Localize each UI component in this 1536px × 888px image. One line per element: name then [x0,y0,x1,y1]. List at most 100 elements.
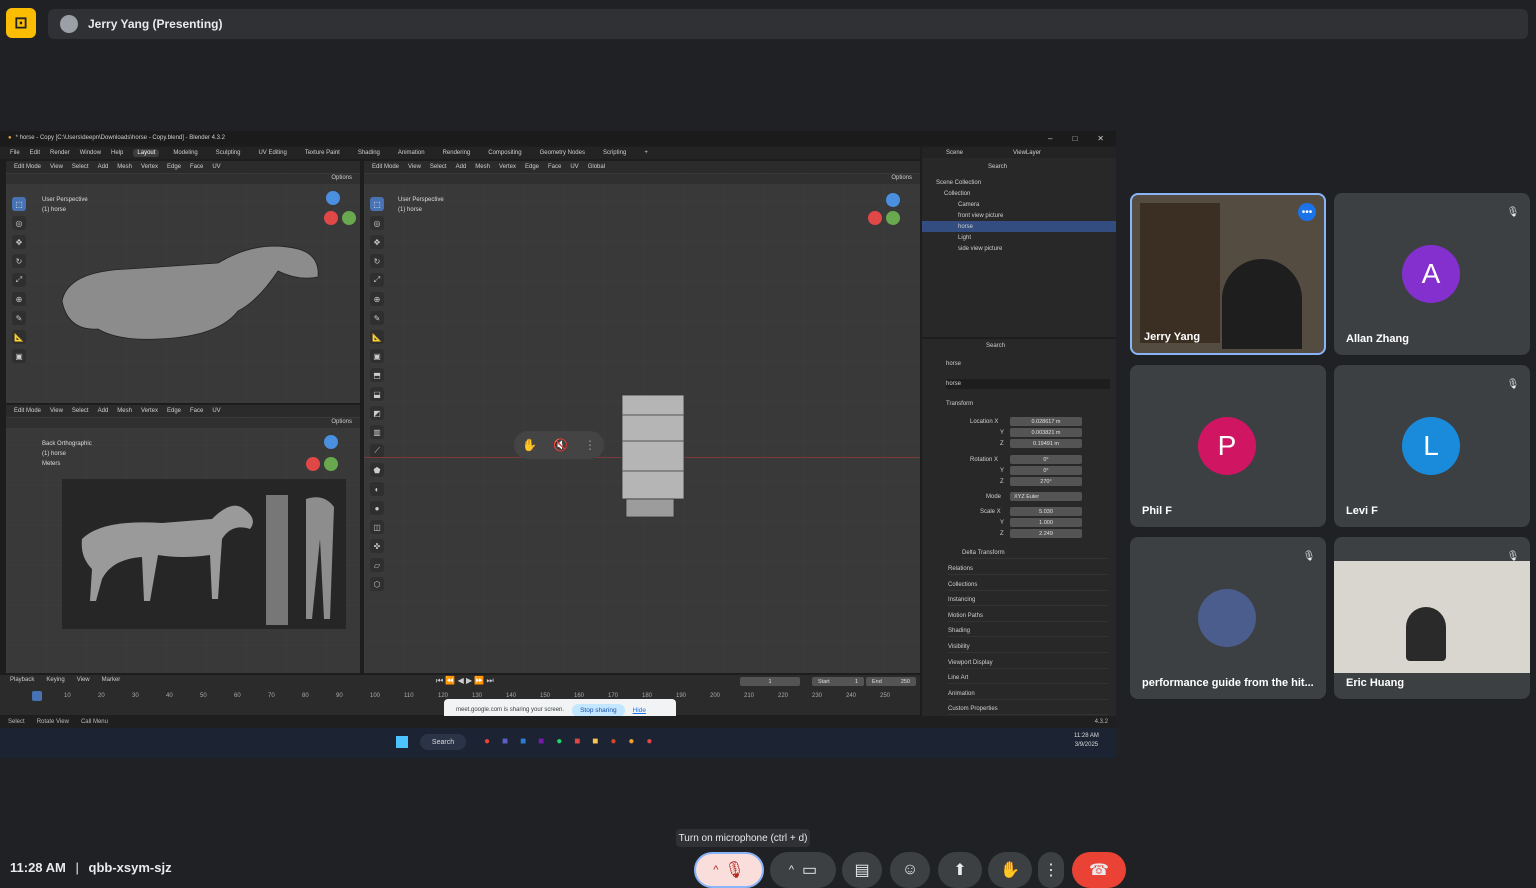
rotation-y-field[interactable]: 0° [1010,466,1082,475]
playback-controls[interactable]: ⏮ ⏪ ◀ ▶ ⏩ ⏭ [436,676,494,686]
gizmo-x-axis[interactable] [868,211,882,225]
location-z-field[interactable]: 0.19491 m [1010,439,1082,448]
workspace-modeling[interactable]: Modeling [169,149,201,157]
participant-tile[interactable]: 🎙 Eric Huang [1334,537,1530,699]
pin-off-icon[interactable]: ✋ [522,438,537,452]
minimize-icon[interactable]: – [1048,134,1052,143]
outliner-item[interactable]: front view picture [922,210,1116,221]
participant-tile[interactable]: 🎙 performance guide from the hit... [1130,537,1326,699]
gizmo-z-axis[interactable] [326,191,340,205]
scale-y-field[interactable]: 1.000 [1010,518,1082,527]
close-icon[interactable]: ✕ [1097,134,1104,143]
menu-vertex[interactable]: Vertex [499,164,516,170]
workspace-texture-paint[interactable]: Texture Paint [301,149,344,157]
workspace-animation[interactable]: Animation [394,149,429,157]
viewport-bottom-left[interactable]: Edit Mode View Select Add Mesh Vertex Ed… [6,405,360,673]
taskbar-clock[interactable]: 11:28 AM 3/9/2025 [1074,732,1099,750]
game-icon[interactable]: ■ [574,736,580,747]
transform-icon[interactable]: ⊕ [12,292,26,306]
viewport-top-left[interactable]: Edit Mode View Select Add Mesh Vertex Ed… [6,161,360,403]
maximize-icon[interactable]: □ [1072,134,1077,143]
outliner-item[interactable]: side view picture [922,243,1116,254]
menu-edge[interactable]: Edge [525,164,539,170]
scale-icon[interactable]: ⤢ [370,273,384,287]
menu-add[interactable]: Add [98,408,109,414]
extrude-icon[interactable]: ⬒ [370,368,384,382]
teams-icon[interactable]: ■ [502,736,508,747]
location-y-field[interactable]: 0.003821 m [1010,428,1082,437]
menu-select[interactable]: Select [430,164,447,170]
menu-uv[interactable]: UV [212,408,220,414]
cursor-icon[interactable]: ◎ [370,216,384,230]
workspace-shading[interactable]: Shading [354,149,384,157]
workspace-compositing[interactable]: Compositing [484,149,525,157]
annotate-icon[interactable]: ✎ [12,311,26,325]
transform-section[interactable]: Transform [946,401,973,407]
participant-tile[interactable]: P Phil F [1130,365,1326,527]
chevron-up-icon[interactable]: ^ [789,864,794,876]
more-options-button[interactable]: ⋮ [1038,852,1064,888]
reactions-button[interactable]: ☺ [890,852,930,888]
end-frame-field[interactable]: End 250 [866,677,916,686]
meeting-code[interactable]: qbb-xsym-sjz [89,860,172,875]
stop-sharing-button[interactable]: Stop sharing [572,703,625,717]
menu-add[interactable]: Add [456,164,467,170]
annotate-icon[interactable]: ✎ [370,311,384,325]
add-cube-icon[interactable]: ▣ [12,349,26,363]
section-relations[interactable]: Relations [948,563,1108,575]
mode-dropdown[interactable]: Edit Mode [372,164,399,170]
file-explorer-icon[interactable]: ■ [592,736,598,747]
menu-select[interactable]: Select [72,164,89,170]
scene-selector[interactable]: Scene [946,150,963,156]
scale-z-field[interactable]: 2.249 [1010,529,1082,538]
section-shading[interactable]: Shading [948,625,1108,637]
captions-button[interactable]: ▤ [842,852,882,888]
start-frame-field[interactable]: Start 1 [812,677,864,686]
playhead[interactable] [32,691,42,701]
menu-face[interactable]: Face [548,164,561,170]
more-options-icon[interactable]: ••• [1298,203,1316,221]
gizmo-x-axis[interactable] [324,211,338,225]
options-dropdown[interactable]: Options [331,175,352,181]
shrink-icon[interactable]: ✜ [370,539,384,553]
timeline-marker-menu[interactable]: Marker [102,677,121,683]
location-x-field[interactable]: 0.028617 m [1010,417,1082,426]
measure-icon[interactable]: 📐 [370,330,384,344]
inset-icon[interactable]: ⬓ [370,387,384,401]
chrome-icon[interactable]: ● [484,736,490,747]
outliner-search[interactable]: Search [988,164,1007,170]
viewport-main[interactable]: Edit Mode View Select Add Mesh Vertex Ed… [364,161,920,673]
scale-icon[interactable]: ⤢ [12,273,26,287]
menu-edge[interactable]: Edge [167,408,181,414]
menu-view[interactable]: View [50,164,63,170]
mute-off-icon[interactable]: 🔇 [553,438,568,452]
mode-dropdown[interactable]: Edit Mode [14,408,41,414]
outliner-item[interactable]: Collection [922,188,1116,199]
menu-add[interactable]: Add [98,164,109,170]
workspace-rendering[interactable]: Rendering [439,149,475,157]
workspace-layout[interactable]: Layout [133,149,160,157]
shear-icon[interactable]: ▱ [370,558,384,572]
menu-select[interactable]: Select [72,408,89,414]
menu-vertex[interactable]: Vertex [141,164,158,170]
menu-help[interactable]: Help [111,150,123,156]
measure-icon[interactable]: 📐 [12,330,26,344]
options-dropdown[interactable]: Options [891,175,912,181]
add-cube-icon[interactable]: ▣ [370,349,384,363]
rotation-z-field[interactable]: 270° [1010,477,1082,486]
hide-toast-link[interactable]: Hide [633,707,646,714]
gizmo-z-axis[interactable] [886,193,900,207]
present-button[interactable]: ⬆ [938,852,982,888]
edge-slide-icon[interactable]: ◫ [370,520,384,534]
spotify-icon[interactable]: ● [556,736,562,747]
cursor-icon[interactable]: ◎ [12,216,26,230]
add-workspace-button[interactable]: + [640,149,652,157]
gizmo-x-axis[interactable] [306,457,320,471]
menu-mesh[interactable]: Mesh [117,164,132,170]
section-custom-properties[interactable]: Custom Properties [948,703,1108,715]
menu-vertex[interactable]: Vertex [141,408,158,414]
rotate-icon[interactable]: ↻ [370,254,384,268]
section-viewport-display[interactable]: Viewport Display [948,657,1108,669]
move-icon[interactable]: ✥ [370,235,384,249]
current-frame-field[interactable]: 1 [740,677,800,686]
